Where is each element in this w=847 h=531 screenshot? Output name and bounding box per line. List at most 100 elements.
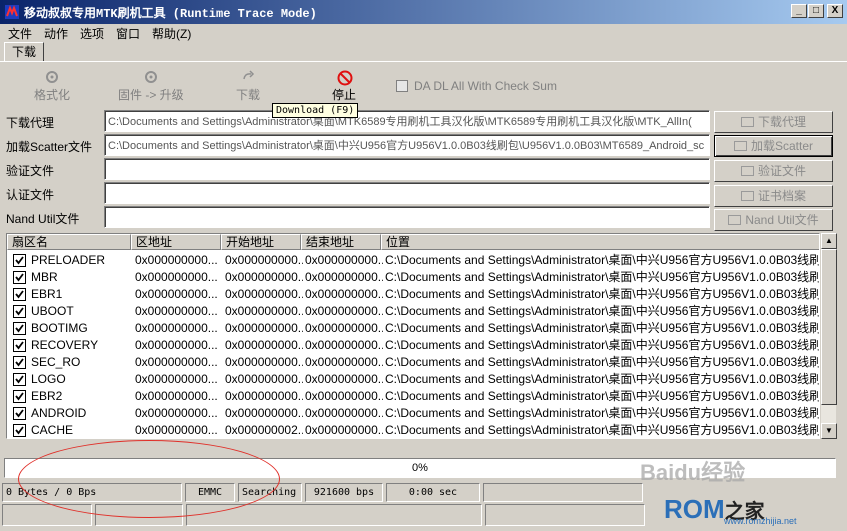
table-row[interactable]: UBOOT 0x000000000... 0x000000000... 0x00000… (7, 303, 820, 320)
scatter-path-field[interactable]: C:\Documents and Settings\Administrator\… (104, 134, 710, 156)
menu-bar: 文件 动作 选项 窗口 帮助(Z) (0, 24, 847, 42)
row-checkbox[interactable] (13, 339, 26, 352)
cell-end: 0x000000000... (305, 423, 383, 437)
cell-start: 0x000000000... (225, 270, 303, 284)
cell-region: 0x000000000... (135, 389, 218, 403)
folder-icon (733, 141, 747, 151)
col-name[interactable]: 扇区名 (7, 234, 131, 250)
stop-button[interactable]: 停止 (332, 70, 356, 103)
tab-download[interactable]: 下载 (4, 42, 44, 62)
cell-start: 0x000000000... (225, 321, 303, 335)
cell-start: 0x000000000... (225, 406, 303, 420)
auth-browse-button[interactable]: 证书档案 (714, 185, 833, 207)
table-row[interactable]: BOOTIMG 0x000000000... 0x000000000... 0x000… (7, 320, 820, 337)
table-row[interactable]: EBR1 0x000000000... 0x000000000... 0x000000… (7, 286, 819, 303)
table-row[interactable]: SEC_RO 0x000000000... 0x000000000... 0x0000… (7, 354, 820, 371)
cell-region: 0x000000000... (135, 287, 218, 301)
vertical-scrollbar[interactable]: ▲ ▼ (820, 233, 837, 439)
cell-end: 0x000000000... (305, 338, 383, 352)
stop-icon (337, 70, 353, 86)
menu-file[interactable]: 文件 (8, 25, 32, 42)
table-row[interactable]: MBR 0x000000000... 0x000000000... 0x0000000… (7, 269, 819, 286)
cell-start: 0x000000000... (225, 304, 303, 318)
cell-region: 0x000000000... (135, 253, 218, 267)
cell-location: C:\Documents and Settings\Administrator\… (385, 338, 820, 352)
table-row[interactable]: CACHE 0x000000000... 0x000000002... 0x00000… (7, 422, 819, 438)
scatter-load-button[interactable]: 加载Scatter (714, 135, 833, 157)
menu-window[interactable]: 窗口 (116, 25, 140, 42)
col-end[interactable]: 结束地址 (301, 234, 381, 250)
firmware-upgrade-button[interactable]: 固件 -> 升级 (118, 70, 184, 103)
maximize-button[interactable]: □ (808, 4, 824, 18)
format-icon (45, 70, 59, 84)
table-row[interactable]: EBR2 0x000000000... 0x000000000... 0x000000… (7, 388, 819, 405)
row-checkbox[interactable] (13, 390, 26, 403)
menu-action[interactable]: 动作 (44, 25, 68, 42)
cell-location: C:\Documents and Settings\Administrator\… (385, 304, 820, 318)
row-checkbox[interactable] (13, 305, 26, 318)
row-checkbox[interactable] (13, 356, 26, 369)
da-path-field[interactable]: C:\Documents and Settings\Administrator\… (104, 110, 710, 132)
format-button[interactable]: 格式化 (34, 70, 70, 103)
verify-browse-button[interactable]: 验证文件 (714, 160, 833, 182)
cell-name: ANDROID (31, 406, 87, 420)
cell-end: 0x000000000... (305, 406, 383, 420)
cell-name: BOOTIMG (31, 321, 88, 335)
da-browse-button[interactable]: 下载代理 (714, 111, 833, 133)
verify-path-field[interactable] (104, 158, 710, 180)
cell-region: 0x000000000... (135, 270, 218, 284)
row-checkbox[interactable] (13, 407, 26, 420)
scroll-down-icon[interactable]: ▼ (821, 423, 837, 439)
field-label-da: 下载代理 (6, 116, 55, 130)
cell-name: LOGO (31, 372, 66, 386)
status-baud: 921600 bps (305, 483, 383, 502)
partition-list[interactable]: 扇区名 区地址 开始地址 结束地址 位置 PRELOADER 0x00000000… (6, 233, 820, 439)
download-button[interactable]: 下载 (236, 70, 260, 103)
scroll-up-icon[interactable]: ▲ (821, 233, 837, 249)
cell-location: C:\Documents and Settings\Administrator\… (385, 406, 820, 420)
table-row[interactable]: RECOVERY 0x000000000... 0x000000000... 0x00… (7, 337, 820, 354)
close-button[interactable]: X (827, 4, 843, 18)
col-region[interactable]: 区地址 (131, 234, 221, 250)
scroll-thumb[interactable] (821, 249, 837, 405)
cell-region: 0x000000000... (135, 338, 218, 352)
cell-start: 0x000000000... (225, 338, 303, 352)
cell-end: 0x000000000... (305, 270, 383, 284)
progress-text: 0% (412, 462, 428, 474)
menu-help[interactable]: 帮助(Z) (152, 25, 191, 42)
cell-location: C:\Documents and Settings\Administrator\… (385, 321, 820, 335)
minimize-button[interactable]: _ (791, 4, 807, 18)
verify-browse-label: 验证文件 (757, 164, 806, 178)
download-arrow-icon (241, 70, 255, 84)
table-row[interactable]: PRELOADER 0x000000000... 0x000000000... 0x0… (7, 252, 819, 269)
row-checkbox[interactable] (13, 254, 26, 267)
folder-icon (740, 166, 754, 176)
col-location[interactable]: 位置 (381, 234, 819, 250)
nand-path-field[interactable] (104, 206, 710, 228)
cell-end: 0x000000000... (305, 304, 383, 318)
rom-brand: ROM (664, 494, 725, 524)
cell-name: MBR (31, 270, 58, 284)
row-checkbox[interactable] (13, 322, 26, 335)
cell-region: 0x000000000... (135, 372, 218, 386)
col-start[interactable]: 开始地址 (221, 234, 301, 250)
nand-browse-button[interactable]: Nand Util文件 (714, 209, 833, 231)
scatter-load-label: 加载Scatter (750, 139, 814, 153)
app-icon (4, 4, 20, 20)
row-checkbox[interactable] (13, 271, 26, 284)
menu-options[interactable]: 选项 (80, 25, 104, 42)
row-checkbox[interactable] (13, 424, 26, 437)
table-row[interactable]: ANDROID 0x000000000... 0x000000000... 0x000… (7, 405, 820, 422)
table-row[interactable]: LOGO 0x000000000... 0x000000000... 0x000000… (7, 371, 819, 388)
cell-region: 0x000000000... (135, 304, 218, 318)
cell-location: C:\Documents and Settings\Administrator\… (385, 355, 820, 369)
window-title: 移动叔叔专用MTK刷机工具 (Runtime Trace Mode) (24, 7, 317, 21)
checksum-checkbox[interactable] (396, 80, 408, 92)
row-checkbox[interactable] (13, 288, 26, 301)
cell-region: 0x000000000... (135, 406, 218, 420)
cell-start: 0x000000002... (225, 423, 303, 437)
status-panel-2d (485, 504, 645, 526)
auth-path-field[interactable] (104, 182, 710, 204)
row-checkbox[interactable] (13, 373, 26, 386)
title-bar: 移动叔叔专用MTK刷机工具 (Runtime Trace Mode) _ □ X (0, 0, 847, 24)
